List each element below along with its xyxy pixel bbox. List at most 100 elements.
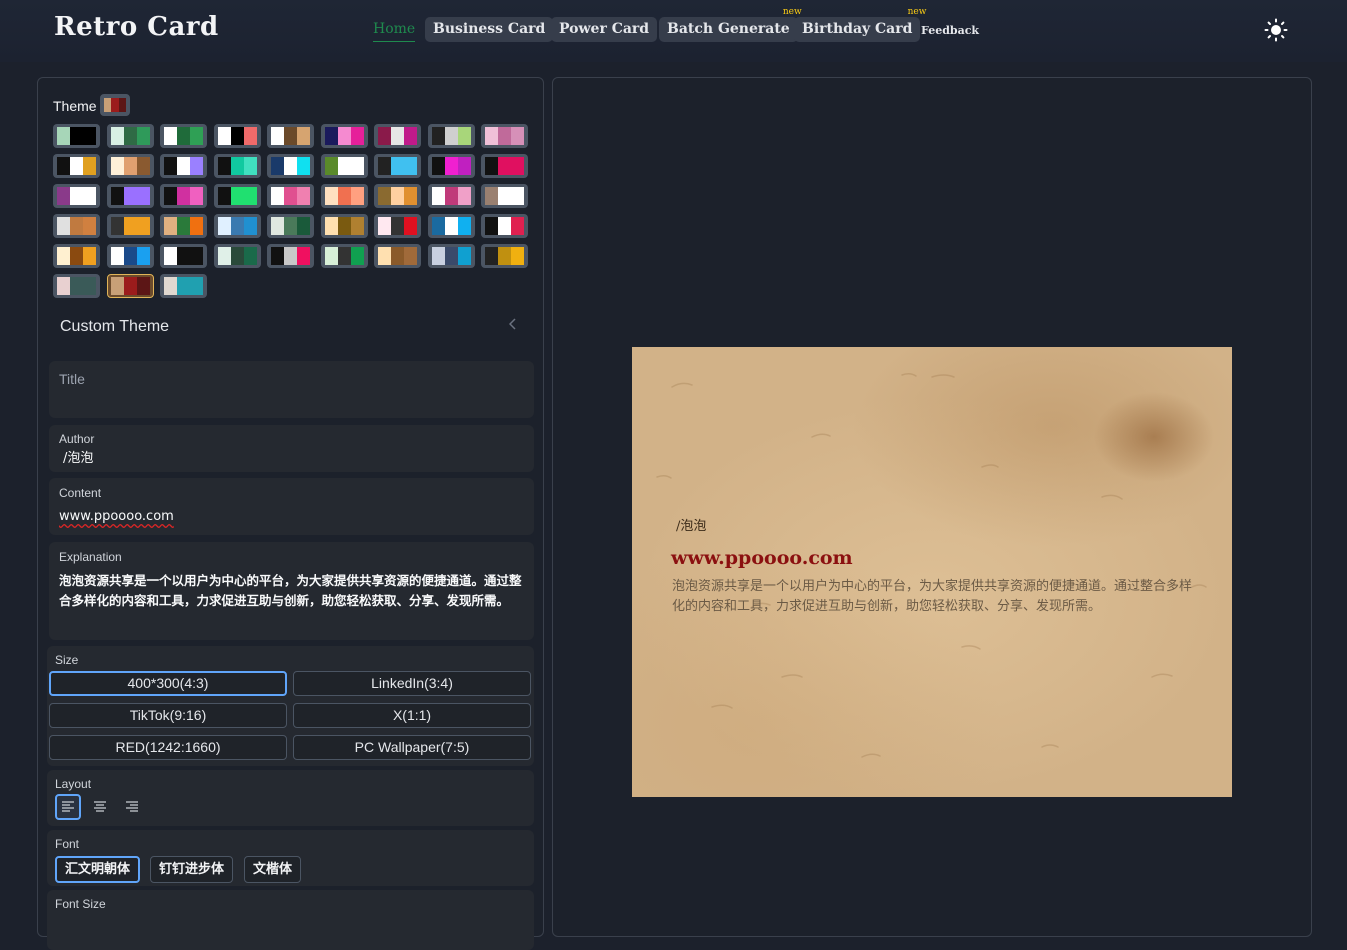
- theme-swatch[interactable]: [106, 124, 154, 148]
- theme-swatch[interactable]: [160, 214, 207, 238]
- size-option-pc-wallpaper[interactable]: PC Wallpaper(7:5): [293, 735, 531, 760]
- brand-logo[interactable]: Retro Card: [54, 12, 219, 42]
- author-input[interactable]: /泡泡: [63, 447, 522, 466]
- theme-color-chip: [177, 127, 190, 145]
- theme-swatch[interactable]: [374, 184, 421, 208]
- theme-swatch[interactable]: [267, 124, 314, 148]
- nav-business-card[interactable]: Business Card: [425, 17, 554, 42]
- theme-color-chip: [391, 127, 404, 145]
- nav-home[interactable]: Home: [373, 17, 416, 42]
- theme-color-chip: [177, 247, 190, 265]
- explanation-input[interactable]: 泡泡资源共享是一个以用户为中心的平台，为大家提供共享资源的便捷通道。通过整合多样…: [59, 571, 522, 611]
- theme-swatch[interactable]: [53, 274, 100, 298]
- font-size-section: Font Size: [47, 890, 534, 950]
- custom-theme-toggle[interactable]: Custom Theme: [60, 318, 169, 336]
- theme-toggle-button[interactable]: [1264, 18, 1288, 42]
- theme-swatch[interactable]: [427, 124, 475, 148]
- theme-swatch[interactable]: [53, 214, 100, 238]
- explanation-field[interactable]: Explanation 泡泡资源共享是一个以用户为中心的平台，为大家提供共享资源…: [49, 542, 534, 640]
- theme-swatch[interactable]: [213, 244, 261, 268]
- theme-color-chip: [284, 187, 297, 205]
- theme-color-chip: [485, 217, 498, 235]
- theme-swatch[interactable]: [481, 244, 528, 268]
- title-field[interactable]: Title: [49, 361, 534, 418]
- theme-color-chip: [136, 127, 150, 145]
- theme-swatch[interactable]: [160, 124, 207, 148]
- theme-swatch[interactable]: [106, 274, 154, 298]
- theme-swatch[interactable]: [320, 244, 368, 268]
- theme-swatch[interactable]: [481, 184, 528, 208]
- content-field[interactable]: Content www.ppoooo.com: [49, 478, 534, 535]
- chevron-left-icon[interactable]: [508, 318, 517, 334]
- theme-color-chip: [444, 247, 458, 265]
- theme-swatch[interactable]: [106, 184, 154, 208]
- nav-feedback[interactable]: Feedback: [921, 18, 979, 43]
- theme-swatch[interactable]: [160, 274, 207, 298]
- theme-color-chip: [324, 217, 338, 235]
- theme-swatch[interactable]: [213, 214, 261, 238]
- theme-swatch[interactable]: [106, 154, 154, 178]
- theme-swatch[interactable]: [374, 214, 421, 238]
- theme-swatch[interactable]: [374, 154, 421, 178]
- theme-swatch[interactable]: [481, 154, 528, 178]
- theme-color-chip: [243, 187, 257, 205]
- theme-color-chip: [230, 217, 244, 235]
- font-option-wenkai[interactable]: 文楷体: [244, 856, 302, 883]
- theme-swatch[interactable]: [267, 214, 314, 238]
- theme-swatch[interactable]: [320, 184, 368, 208]
- size-option-tiktok[interactable]: TikTok(9:16): [49, 703, 287, 728]
- content-input[interactable]: www.ppoooo.com: [59, 509, 522, 524]
- nav-power-card[interactable]: Power Card: [551, 17, 658, 42]
- theme-color-chip: [350, 127, 364, 145]
- theme-swatch[interactable]: [374, 244, 421, 268]
- theme-swatch[interactable]: [427, 244, 475, 268]
- align-right-button[interactable]: [119, 794, 145, 820]
- theme-color-chip: [123, 187, 137, 205]
- theme-swatch[interactable]: [267, 184, 314, 208]
- align-left-button[interactable]: [55, 794, 81, 820]
- theme-color-chip: [243, 127, 257, 145]
- nav-batch-generate[interactable]: Batch Generate new: [659, 7, 802, 42]
- theme-swatch[interactable]: [213, 124, 261, 148]
- theme-swatch[interactable]: [481, 214, 528, 238]
- theme-swatch[interactable]: [481, 124, 528, 148]
- card-content: www.ppoooo.com: [671, 547, 853, 569]
- font-option-huiwen[interactable]: 汇文明朝体: [55, 856, 141, 883]
- size-option-400x300[interactable]: 400*300(4:3): [49, 671, 287, 696]
- theme-color-chip: [123, 157, 137, 175]
- theme-swatch[interactable]: [53, 184, 100, 208]
- theme-swatch[interactable]: [160, 244, 207, 268]
- nav-birthday-card[interactable]: Birthday Card new: [794, 7, 926, 42]
- theme-swatch[interactable]: [267, 244, 314, 268]
- theme-swatch[interactable]: [213, 184, 261, 208]
- theme-swatch[interactable]: [427, 184, 475, 208]
- theme-swatch[interactable]: [213, 154, 261, 178]
- theme-swatch[interactable]: [53, 124, 100, 148]
- font-label: Font: [55, 837, 80, 851]
- new-badge: new: [907, 7, 927, 17]
- theme-color-chip: [511, 127, 524, 145]
- theme-swatch[interactable]: [320, 154, 368, 178]
- author-field[interactable]: Author /泡泡: [49, 425, 534, 472]
- theme-swatch[interactable]: [160, 184, 207, 208]
- theme-swatch[interactable]: [267, 154, 314, 178]
- align-center-button[interactable]: [87, 794, 113, 820]
- theme-swatch[interactable]: [106, 244, 154, 268]
- theme-swatch[interactable]: [320, 124, 368, 148]
- theme-swatch[interactable]: [374, 124, 421, 148]
- theme-swatch[interactable]: [106, 214, 154, 238]
- theme-swatch[interactable]: [53, 154, 100, 178]
- theme-swatch[interactable]: [320, 214, 368, 238]
- theme-color-chip: [83, 247, 96, 265]
- theme-color-chip: [457, 127, 471, 145]
- size-option-x[interactable]: X(1:1): [293, 703, 531, 728]
- theme-swatch[interactable]: [160, 154, 207, 178]
- font-option-dingding[interactable]: 钉钉进步体: [150, 856, 234, 883]
- theme-swatch[interactable]: [53, 244, 100, 268]
- size-option-linkedin[interactable]: LinkedIn(3:4): [293, 671, 531, 696]
- theme-swatch[interactable]: [427, 214, 475, 238]
- theme-color-chip: [284, 127, 297, 145]
- theme-color-chip: [271, 157, 284, 175]
- size-option-red[interactable]: RED(1242:1660): [49, 735, 287, 760]
- theme-swatch[interactable]: [427, 154, 475, 178]
